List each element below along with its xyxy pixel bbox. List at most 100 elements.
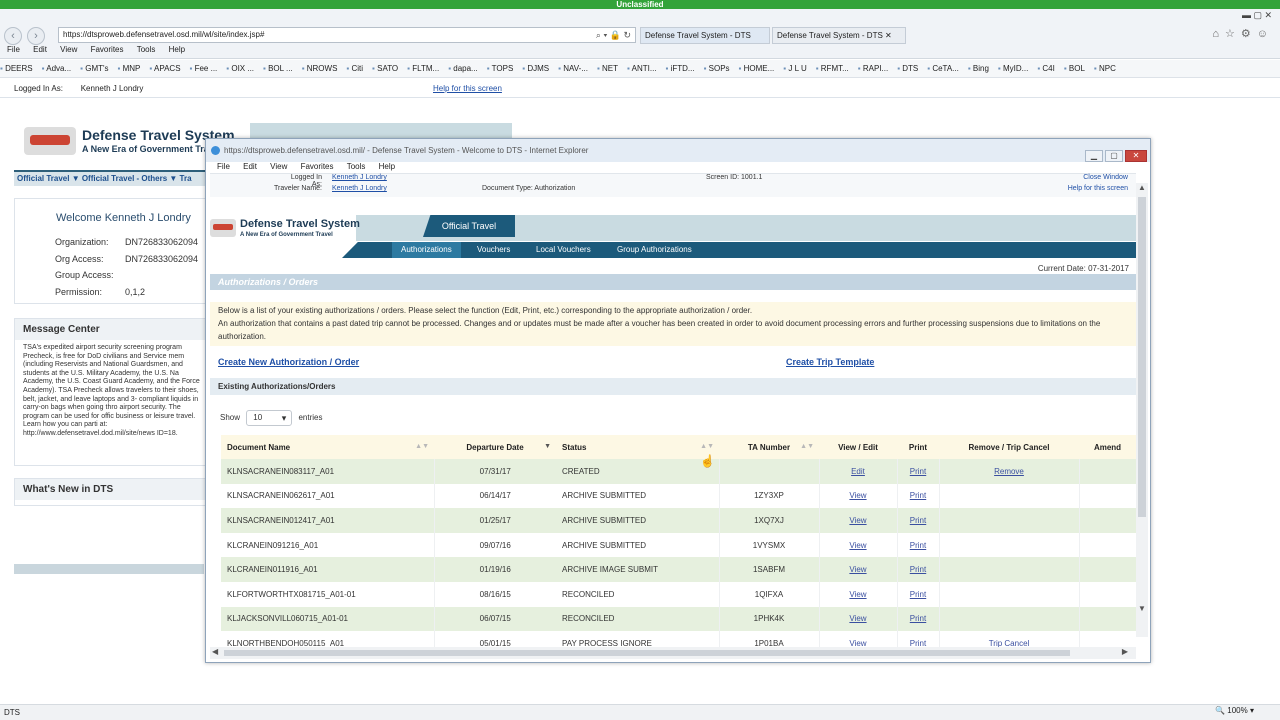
favorite-item[interactable]: Adva... [42,64,72,73]
popup-menu-favorites[interactable]: Favorites [301,162,334,171]
favorite-item[interactable]: HOME... [739,64,775,73]
create-trip-template-link[interactable]: Create Trip Template [786,357,874,367]
favorite-item[interactable]: GMT's [80,64,108,73]
forward-button[interactable]: › [27,27,45,45]
popup-menu-tools[interactable]: Tools [347,162,366,171]
scroll-right-icon[interactable]: ▶ [1122,647,1128,656]
address-bar[interactable]: https://dtsproweb.defensetravel.osd.mil/… [58,27,636,43]
view-edit-link[interactable]: View [849,590,866,599]
favorite-item[interactable]: RAPI... [858,64,888,73]
remove-link[interactable]: Remove [994,467,1024,476]
favorite-item[interactable]: BOL [1064,64,1085,73]
vertical-scrollbar[interactable]: ▲ ▼ [1136,183,1148,637]
menu-favorites[interactable]: Favorites [91,45,124,54]
favorite-item[interactable]: DJMS [522,64,549,73]
close-window-link[interactable]: Close Window [1083,174,1128,181]
favorite-item[interactable]: NPC [1094,64,1116,73]
favorite-item[interactable]: MyID... [998,64,1028,73]
favorite-item[interactable]: NROWS [302,64,338,73]
scroll-down-icon[interactable]: ▼ [1138,604,1146,613]
favorite-item[interactable]: OIX ... [226,64,254,73]
close-button[interactable]: ✕ [1125,150,1147,162]
favorite-item[interactable]: Citi [346,64,363,73]
bg-help-link[interactable]: Help for this screen [433,84,502,93]
view-edit-cell: View [818,581,897,607]
view-edit-link[interactable]: Edit [851,467,865,476]
browser-tab-1[interactable]: Defense Travel System - DTS [640,27,770,44]
favorite-item[interactable]: APACS [149,64,180,73]
official-travel-tab[interactable]: Official Travel [423,215,515,237]
col-document-name[interactable]: Document Name ▲▼ [221,435,434,459]
favorite-item[interactable]: NET [597,64,618,73]
print-link[interactable]: Print [910,590,926,599]
table-row: KLNSACRANEIN083117_A01 07/31/17 CREATED Edi… [221,459,1136,484]
favorite-item[interactable]: TOPS [487,64,514,73]
favorite-item[interactable]: J L U [783,64,806,73]
view-edit-link[interactable]: View [849,541,866,550]
subnav-authorizations[interactable]: Authorizations [392,242,461,258]
menu-edit[interactable]: Edit [33,45,47,54]
scroll-up-icon[interactable]: ▲ [1138,183,1146,192]
favorite-item[interactable]: SATO [372,64,398,73]
view-edit-link[interactable]: View [849,516,866,525]
favorite-item[interactable]: Bing [968,64,989,73]
minimize-button[interactable]: ▁ [1085,150,1103,162]
window-controls[interactable]: ▬ ▢ ✕ [1242,10,1272,21]
menu-file[interactable]: File [7,45,20,54]
help-link[interactable]: Help for this screen [1068,185,1128,192]
view-edit-link[interactable]: View [849,491,866,500]
view-edit-link[interactable]: View [849,614,866,623]
zoom-level[interactable]: 🔍 100% ▾ [1215,706,1254,715]
popup-menu-file[interactable]: File [217,162,230,171]
favorite-item[interactable]: MNP [118,64,141,73]
favorite-item[interactable]: SOPs [704,64,730,73]
favorite-item[interactable]: CeTA... [927,64,959,73]
print-link[interactable]: Print [910,541,926,550]
menu-tools[interactable]: Tools [137,45,156,54]
bg-nav[interactable]: Official Travel ▼ Official Travel - Othe… [14,170,214,186]
favorite-item[interactable]: ANTI... [627,64,657,73]
subnav-group-authorizations[interactable]: Group Authorizations [608,242,701,258]
back-button[interactable]: ‹ [4,27,22,45]
favorite-item[interactable]: DTS [897,64,918,73]
popup-menu-help[interactable]: Help [379,162,395,171]
print-link[interactable]: Print [910,565,926,574]
close-tab-icon[interactable]: ✕ [885,31,892,40]
menu-view[interactable]: View [60,45,77,54]
create-new-authorization-link[interactable]: Create New Authorization / Order [218,357,359,367]
print-link[interactable]: Print [910,516,926,525]
subnav-vouchers[interactable]: Vouchers [468,242,519,258]
favorite-item[interactable]: C4I [1037,64,1055,73]
scroll-thumb[interactable] [224,650,1070,656]
popup-menu-view[interactable]: View [270,162,287,171]
menu-help[interactable]: Help [169,45,185,54]
label: Logged In As: [14,84,63,93]
col-status[interactable]: Status ▲▼ [556,435,719,459]
favorite-item[interactable]: BOL ... [263,64,293,73]
scroll-left-icon[interactable]: ◀ [212,647,218,656]
remove-cell: Remove [938,459,1079,484]
favorite-item[interactable]: DEERS [0,64,33,73]
browser-tool-icons[interactable]: ⌂☆⚙☺ [1212,27,1274,40]
subnav-local-vouchers[interactable]: Local Vouchers [527,242,600,258]
favorite-item[interactable]: RFMT... [816,64,849,73]
favorite-item[interactable]: NAV-... [558,64,588,73]
print-link[interactable]: Print [910,491,926,500]
favorite-item[interactable]: dapa... [448,64,478,73]
print-link[interactable]: Print [910,467,926,476]
entries-select[interactable]: 10 [246,410,293,426]
traveler-name-link[interactable]: Kenneth J Londry [332,185,387,192]
horizontal-scrollbar[interactable]: ◀ ▶ [210,647,1136,659]
maximize-button[interactable]: ▢ [1105,150,1123,162]
view-edit-link[interactable]: View [849,565,866,574]
popup-menu-edit[interactable]: Edit [243,162,257,171]
favorite-item[interactable]: FLTM... [407,64,439,73]
favorite-item[interactable]: Fee ... [190,64,218,73]
browser-tab-2[interactable]: Defense Travel System - DTS ✕ [772,27,906,44]
scroll-thumb[interactable] [1138,197,1146,517]
print-link[interactable]: Print [910,614,926,623]
col-ta-number[interactable]: TA Number ▲▼ [719,435,819,459]
favorite-item[interactable]: iFTD... [666,64,695,73]
col-departure-date[interactable]: Departure Date ▼ [434,435,556,459]
logged-in-user-link[interactable]: Kenneth J Londry [332,174,387,181]
